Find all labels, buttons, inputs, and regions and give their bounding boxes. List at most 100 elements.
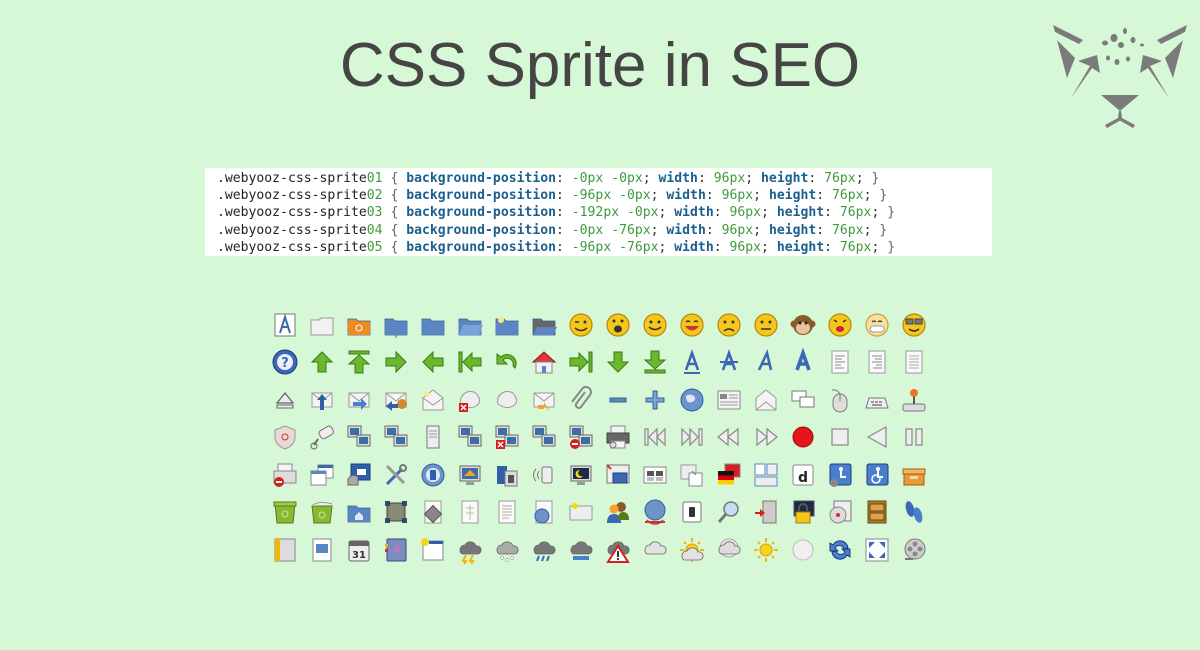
colon: : [808, 171, 825, 186]
semicolon: ; [642, 171, 659, 186]
colon: : [697, 171, 714, 186]
record-icon [784, 419, 821, 457]
network-wired-icon [451, 419, 488, 457]
play-backward-icon [858, 419, 895, 457]
wireless-icon [525, 456, 562, 494]
open-brace: { [382, 171, 407, 186]
fullscreen-icon [858, 531, 895, 569]
folder-open-icon [451, 306, 488, 344]
semicolon: ; [855, 171, 872, 186]
code-line: .webyooz-css-sprite03 { background-posit… [217, 204, 992, 221]
folder-new-icon [488, 306, 525, 344]
accessibility-icon [858, 456, 895, 494]
colon: : [705, 188, 722, 204]
screensaver-icon [451, 456, 488, 494]
font-icon [266, 306, 303, 344]
semicolon: ; [871, 205, 888, 221]
property-value: 76px [839, 205, 872, 221]
font-underline-icon [673, 344, 710, 382]
font-italic-icon [747, 344, 784, 382]
justify-fill-icon [895, 344, 932, 382]
smiley-sad-icon [710, 306, 747, 344]
arrow-down-icon [599, 344, 636, 382]
arrow-first-icon [451, 344, 488, 382]
camera-icon [303, 419, 340, 457]
keyboard-shortcut-icon: d [784, 456, 821, 494]
colon: : [556, 205, 572, 221]
colon: : [713, 239, 730, 255]
property-value: 96px [721, 188, 754, 204]
open-brace: { [382, 205, 407, 221]
mail-forward-icon [340, 381, 377, 419]
css-selector: .webyooz-css-sprite [217, 171, 367, 186]
sprite-icon-grid: ? d 31 [266, 306, 930, 569]
help-icon: ? [266, 344, 303, 382]
preferences-tools-icon [377, 456, 414, 494]
colon: : [816, 222, 833, 238]
smiley-monkey-icon [784, 306, 821, 344]
chat-icon [784, 381, 821, 419]
selector-number: 03 [366, 205, 383, 221]
footprints-icon [895, 494, 932, 532]
session-icon [414, 456, 451, 494]
disc-drive-icon [821, 494, 858, 532]
printer-icon [599, 419, 636, 457]
calendar-icon: 31 [340, 531, 377, 569]
document-lines-icon [488, 494, 525, 532]
semicolon: ; [650, 222, 667, 238]
font-install-icon [673, 456, 710, 494]
smiley-cool-icon [895, 306, 932, 344]
css-selector: .webyooz-css-sprite [217, 239, 367, 255]
add-plus-icon [636, 381, 673, 419]
property-value: 96px [729, 205, 762, 221]
snow-icon [488, 531, 525, 569]
colon: : [713, 205, 730, 221]
network-idle-icon [525, 419, 562, 457]
property-value: -0px -0px [571, 171, 643, 186]
server-icon [414, 419, 451, 457]
image-viewer-icon [303, 531, 340, 569]
network-icon [340, 419, 377, 457]
code-line: .webyooz-css-sprite02 { background-posit… [217, 187, 992, 204]
network-error-icon [488, 419, 525, 457]
property-value: 76px [832, 222, 864, 238]
property-name: width [658, 171, 698, 186]
property-name: width [666, 188, 706, 204]
folder-icon [414, 306, 451, 344]
film-reel-icon [895, 531, 932, 569]
close-brace: } [879, 188, 888, 204]
semicolon: ; [753, 222, 769, 238]
justify-right-icon [858, 344, 895, 382]
css-selector: .webyooz-css-sprite [217, 205, 367, 221]
property-name: width [674, 205, 714, 221]
property-value: -192px -0px [571, 205, 659, 221]
network-workgroup-icon [377, 419, 414, 457]
selector-number: 04 [366, 222, 383, 238]
semicolon: ; [761, 239, 777, 255]
arrow-last-icon [562, 344, 599, 382]
refresh-icon [821, 531, 858, 569]
svg-text:?: ? [281, 356, 289, 371]
logout-door-icon [747, 494, 784, 532]
property-name: height [768, 222, 817, 238]
mouse-icon [821, 381, 858, 419]
showers-icon [525, 531, 562, 569]
close-brace: } [879, 222, 888, 238]
overcast-icon [636, 531, 673, 569]
property-value: 96px [721, 222, 754, 238]
mail-junk-delete-icon [451, 381, 488, 419]
property-name: background-position [406, 222, 556, 238]
eject-icon [266, 381, 303, 419]
arrow-up-icon [303, 344, 340, 382]
mail-open-icon [747, 381, 784, 419]
archive-book-icon [266, 531, 303, 569]
property-value: 96px [729, 239, 762, 255]
property-value: 96px [713, 171, 746, 186]
property-name: height [761, 171, 809, 186]
accessibility-settings-icon [821, 456, 858, 494]
property-name: width [666, 222, 706, 238]
search-magnifier-icon [710, 494, 747, 532]
page-title: CSS Sprite in SEO [339, 31, 861, 100]
seek-forward-icon [747, 419, 784, 457]
storm-icon [451, 531, 488, 569]
